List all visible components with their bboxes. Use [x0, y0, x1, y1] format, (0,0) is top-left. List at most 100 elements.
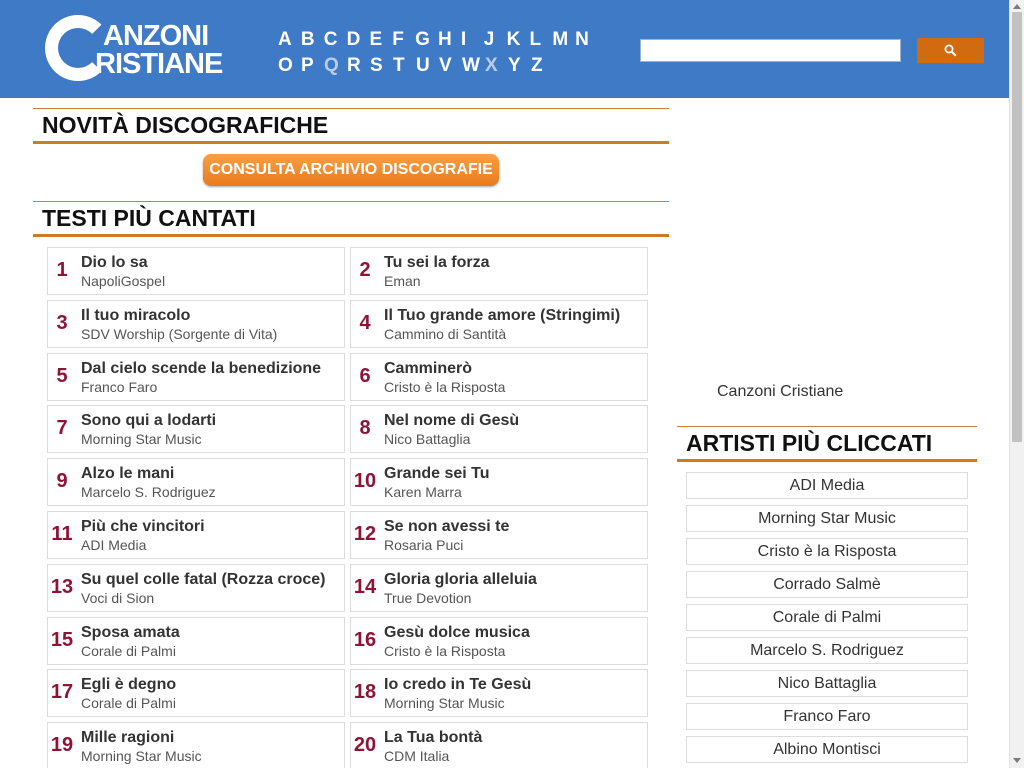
song-item[interactable]: 19 Mille ragioni Morning Star Music — [47, 722, 345, 768]
search-button[interactable] — [917, 38, 984, 63]
song-artist[interactable]: Nico Battaglia — [384, 431, 470, 447]
alphabet-letter-f[interactable]: F — [392, 28, 415, 54]
song-item[interactable]: 3 Il tuo miracolo SDV Worship (Sorgente di… — [47, 299, 345, 348]
alphabet-letter-h[interactable]: H — [438, 28, 461, 54]
song-item[interactable]: 12 Se non avessi te Rosaria Puci — [350, 511, 648, 559]
song-artist[interactable]: CDM Italia — [384, 748, 449, 764]
song-title[interactable]: Dal cielo scende la benedizione — [81, 360, 321, 378]
song-artist[interactable]: Cristo è la Risposta — [384, 379, 505, 395]
song-item[interactable]: 8 Nel nome di Gesù Nico Battaglia — [350, 405, 648, 454]
song-item[interactable]: 2 Tu sei la forza Eman — [350, 247, 648, 295]
site-logo[interactable]: ANZONI RISTIANE — [45, 15, 245, 81]
artist-link[interactable]: Franco Faro — [686, 703, 968, 730]
artist-link[interactable]: Nico Battaglia — [686, 670, 968, 697]
alphabet-letter-z[interactable]: Z — [531, 54, 554, 80]
archive-button[interactable]: CONSULTA ARCHIVIO DISCOGRAFIE — [203, 154, 499, 186]
song-artist[interactable]: Morning Star Music — [81, 748, 202, 764]
alphabet-letter-t[interactable]: T — [393, 54, 416, 80]
alphabet-letter-c[interactable]: C — [324, 28, 347, 54]
alphabet-letter-b[interactable]: B — [301, 28, 324, 54]
alphabet-letter-i[interactable]: I — [461, 28, 484, 54]
song-title[interactable]: Grande sei Tu — [384, 465, 490, 483]
song-item[interactable]: 16 Gesù dolce musica Cristo è la Risposta — [350, 616, 648, 665]
song-title[interactable]: Gloria gloria alleluia — [384, 571, 537, 589]
song-artist[interactable]: Marcelo S. Rodriguez — [81, 484, 216, 500]
scroll-down-arrow-icon[interactable] — [1013, 758, 1021, 763]
song-title[interactable]: Egli è degno — [81, 676, 176, 694]
alphabet-letter-y[interactable]: Y — [508, 54, 531, 80]
alphabet-letter-x[interactable]: X — [485, 54, 508, 80]
scrollbar-thumb[interactable] — [1012, 12, 1022, 442]
song-item[interactable]: 15 Sposa amata Corale di Palmi — [47, 616, 345, 665]
alphabet-letter-d[interactable]: D — [347, 28, 370, 54]
alphabet-letter-q[interactable]: Q — [324, 54, 347, 80]
song-artist[interactable]: Cristo è la Risposta — [384, 643, 505, 659]
song-artist[interactable]: Corale di Palmi — [81, 695, 176, 711]
alphabet-letter-m[interactable]: M — [552, 28, 575, 54]
song-item[interactable]: 11 Più che vincitori ADI Media — [47, 511, 345, 559]
song-title[interactable]: Il tuo miracolo — [81, 307, 190, 325]
song-title[interactable]: Alzo le mani — [81, 465, 174, 483]
alphabet-letter-p[interactable]: P — [301, 54, 324, 80]
scroll-up-arrow-icon[interactable] — [1013, 4, 1021, 9]
artist-link[interactable]: Corrado Salmè — [686, 571, 968, 598]
song-title[interactable]: Dio lo sa — [81, 254, 148, 272]
song-title[interactable]: Sono qui a lodarti — [81, 412, 216, 430]
artist-link[interactable]: Marcelo S. Rodriguez — [686, 637, 968, 664]
song-title[interactable]: Camminerò — [384, 360, 472, 378]
song-artist[interactable]: Voci di Sion — [81, 590, 154, 606]
artist-link[interactable]: Morning Star Music — [686, 505, 968, 532]
alphabet-letter-o[interactable]: O — [278, 54, 301, 80]
song-artist[interactable]: True Devotion — [384, 590, 471, 606]
song-title[interactable]: Nel nome di Gesù — [384, 412, 519, 430]
alphabet-letter-r[interactable]: R — [347, 54, 370, 80]
song-title[interactable]: La Tua bontà — [384, 729, 482, 747]
song-artist[interactable]: Morning Star Music — [81, 431, 202, 447]
song-artist[interactable]: Rosaria Puci — [384, 537, 463, 553]
song-artist[interactable]: SDV Worship (Sorgente di Vita) — [81, 326, 277, 342]
alphabet-letter-w[interactable]: W — [462, 54, 485, 80]
alphabet-letter-k[interactable]: K — [507, 28, 530, 54]
song-item[interactable]: 9 Alzo le mani Marcelo S. Rodriguez — [47, 458, 345, 507]
artist-link[interactable]: Cristo è la Risposta — [686, 538, 968, 565]
song-item[interactable]: 1 Dio lo sa NapoliGospel — [47, 247, 345, 295]
song-item[interactable]: 13 Su quel colle fatal (Rozza croce) Voci … — [47, 563, 345, 612]
song-artist[interactable]: Eman — [384, 273, 421, 289]
song-item[interactable]: 10 Grande sei Tu Karen Marra — [350, 458, 648, 507]
artist-link[interactable]: Albino Montisci — [686, 736, 968, 763]
song-item[interactable]: 4 Il Tuo grande amore (Stringimi) Cammino … — [350, 299, 648, 348]
alphabet-letter-j[interactable]: J — [484, 28, 507, 54]
song-title[interactable]: Tu sei la forza — [384, 254, 490, 272]
ad-label[interactable]: Canzoni Cristiane — [717, 383, 843, 401]
song-title[interactable]: Gesù dolce musica — [384, 624, 530, 642]
search-input[interactable] — [640, 39, 901, 62]
song-item[interactable]: 14 Gloria gloria alleluia True Devotion — [350, 563, 648, 612]
song-item[interactable]: 5 Dal cielo scende la benedizione Franco F… — [47, 352, 345, 401]
alphabet-letter-s[interactable]: S — [370, 54, 393, 80]
song-item[interactable]: 18 Io credo in Te Gesù Morning Star Music — [350, 669, 648, 718]
song-title[interactable]: Sposa amata — [81, 624, 180, 642]
alphabet-letter-e[interactable]: E — [369, 28, 392, 54]
song-title[interactable]: Io credo in Te Gesù — [384, 676, 531, 694]
artist-link[interactable]: ADI Media — [686, 472, 968, 499]
alphabet-letter-n[interactable]: N — [575, 28, 598, 54]
alphabet-letter-v[interactable]: V — [439, 54, 462, 80]
song-title[interactable]: Se non avessi te — [384, 518, 509, 536]
song-item[interactable]: 17 Egli è degno Corale di Palmi — [47, 669, 345, 718]
song-item[interactable]: 6 Camminerò Cristo è la Risposta — [350, 352, 648, 401]
song-artist[interactable]: Franco Faro — [81, 379, 157, 395]
song-artist[interactable]: NapoliGospel — [81, 273, 165, 289]
song-item[interactable]: 7 Sono qui a lodarti Morning Star Music — [47, 405, 345, 454]
song-artist[interactable]: ADI Media — [81, 537, 146, 553]
song-title[interactable]: Mille ragioni — [81, 729, 174, 747]
song-item[interactable]: 20 La Tua bontà CDM Italia — [350, 722, 648, 768]
song-title[interactable]: Su quel colle fatal (Rozza croce) — [81, 571, 326, 589]
alphabet-letter-l[interactable]: L — [529, 28, 552, 54]
song-artist[interactable]: Cammino di Santità — [384, 326, 506, 342]
alphabet-letter-g[interactable]: G — [415, 28, 438, 54]
song-artist[interactable]: Morning Star Music — [384, 695, 505, 711]
alphabet-letter-u[interactable]: U — [416, 54, 439, 80]
song-title[interactable]: Più che vincitori — [81, 518, 205, 536]
song-artist[interactable]: Karen Marra — [384, 484, 462, 500]
page-scrollbar[interactable] — [1009, 0, 1024, 768]
